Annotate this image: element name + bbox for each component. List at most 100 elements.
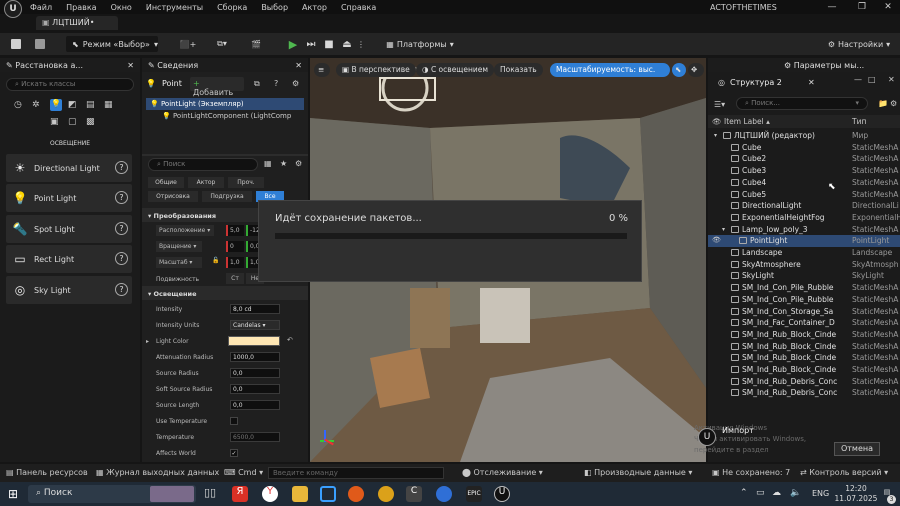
menu-select[interactable]: Выбор [261,3,288,12]
help-icon[interactable]: ? [115,252,128,265]
help-icon[interactable]: ? [274,79,278,88]
mobility-static-button[interactable]: Ст [226,273,244,284]
visibility-column-icon[interactable]: 👁 [712,117,722,126]
close-icon[interactable]: ✕ [874,0,900,14]
trace-dropdown[interactable]: ⬤ Отслеживание ▾ [462,468,543,477]
light-color-swatch[interactable] [228,336,280,346]
world-settings-tab[interactable]: ⚙ Параметры мы... [784,61,864,70]
source-radius-field[interactable]: 0,0 [230,368,280,378]
add-component-button[interactable]: + Добавить [190,77,244,97]
lighting-section-header[interactable]: ▾ Освещение [142,286,308,300]
filter-tab-rendering[interactable]: Отрисовка [148,191,198,202]
maximize-icon[interactable]: ❐ [848,0,876,14]
outliner-row[interactable]: SM_Ind_Rub_Debris_Conc StaticMeshA [708,387,900,399]
unreal-logo-icon[interactable]: U [4,0,22,18]
outliner-search-input[interactable]: ⌕ Поиск... ▾ [736,97,868,110]
place-item-sky-light[interactable]: ◎ Sky Light ? [6,276,132,304]
platforms-dropdown[interactable]: ▦ Платформы ▾ [384,36,456,52]
splitter[interactable] [142,154,308,156]
help-icon[interactable]: ? [115,283,128,296]
visibility-eye-icon[interactable]: 👁 [712,235,721,247]
close-tab-icon[interactable]: ✕ [127,61,134,70]
windows-start-icon[interactable]: ⊞ [8,487,18,501]
intensity-units-dropdown[interactable]: Candelas ▾ [230,320,280,330]
derived-data-dropdown[interactable]: ◧ Производные данные ▾ [584,468,692,477]
stop-icon[interactable]: ■ [322,36,336,52]
help-icon[interactable]: ? [115,191,128,204]
menu-window[interactable]: Окно [111,3,132,12]
filter-tab-streaming[interactable]: Подгрузка [202,191,252,202]
temperature-field[interactable]: 6500,0 [230,432,280,442]
outliner-row[interactable]: SM_Ind_Rub_Block_Cinde StaticMeshA [708,341,900,353]
blueprint-icon[interactable]: ⧉ [254,79,260,89]
outliner-row[interactable]: SM_Ind_Con_Pile_Rubble StaticMeshA [708,294,900,306]
rotation-x-field[interactable]: 0 [226,241,244,252]
translate-tool-icon[interactable]: ✥ [688,63,704,77]
details-search-input[interactable]: ⌕ Поиск [148,158,258,171]
outliner-row[interactable]: SM_Ind_Rub_Block_Cinde StaticMeshA [708,364,900,376]
add-folder-icon[interactable]: 📁 [878,99,888,108]
eject-icon[interactable]: ⏏ [340,36,354,52]
show-button[interactable]: Показать [494,63,543,77]
expand-arrow-icon[interactable]: ▾ [714,130,717,142]
search-classes-input[interactable]: ⌕ Искать классы [6,78,134,91]
menu-edit[interactable]: Правка [66,3,96,12]
lock-icon[interactable]: 🔓 [212,257,219,264]
filter-icon[interactable]: ☰▾ [714,100,725,109]
recent-icon[interactable]: ◷ [14,100,22,110]
filter-tab-actor[interactable]: Актор [188,177,224,188]
place-item-rect-light[interactable]: ▭ Rect Light ? [6,245,132,273]
reset-icon[interactable]: ↶ [287,336,293,344]
location-x-field[interactable]: 5,0 [226,225,244,236]
place-actors-tab[interactable]: ✎ Расстановка а... ✕ [0,58,140,72]
volumes-icon[interactable]: ▣ [50,117,59,127]
lit-button[interactable]: ◑ С освещением [416,63,495,77]
close-tab-icon[interactable]: ✕ [295,61,302,70]
outliner-row[interactable]: SM_Ind_Rub_Debris_Conc StaticMeshA [708,376,900,388]
location-dropdown[interactable]: Расположение ▾ [156,225,214,236]
output-log-button[interactable]: ▦ Журнал выходных данных [96,468,219,477]
outliner-title[interactable]: Структура 2 [730,78,782,87]
minimize-icon[interactable]: — [818,0,846,14]
clock-date[interactable]: 11.07.2025 [832,494,880,503]
minimize-icon[interactable]: — [854,75,862,84]
place-item-directional-light[interactable]: ☀ Directional Light ? [6,154,132,182]
affects-world-checkbox[interactable]: ✓ [230,449,238,457]
menu-help[interactable]: Справка [341,3,376,12]
chrome-active-icon[interactable] [436,486,452,502]
filter-tab-general[interactable]: Общие [148,177,184,188]
type-column-header[interactable]: Тип [852,117,866,126]
perspective-button[interactable]: ▣ В перспективе [336,63,416,77]
epic-games-icon[interactable]: EPIC [466,486,482,502]
menu-actor[interactable]: Актор [302,3,327,12]
scale-dropdown[interactable]: Масштаб ▾ [156,257,202,268]
item-label-column[interactable]: Item Label ▴ [724,117,770,126]
monitor-icon[interactable]: ▭ [756,488,765,498]
menu-tools[interactable]: Инструменты [146,3,203,12]
visual-effects-icon[interactable]: ▦ [104,100,113,110]
yandex-browser-icon[interactable]: Y [262,486,278,502]
level-tab[interactable]: ▣ ЛЦТШИЙ• [36,16,118,30]
filter-tab-misc[interactable]: Проч. [228,177,264,188]
outliner-row[interactable]: ExponentialHeightFog ExponentialH [708,212,900,224]
gear-icon[interactable]: ⚙ [292,79,299,88]
component-tree-root[interactable]: 💡 PointLight (Экземпляр) [146,98,304,110]
cancel-button[interactable]: Отмена [834,442,880,456]
yandex-icon[interactable]: Я [232,486,248,502]
gear-icon[interactable]: ⚙ [295,159,302,168]
cinematics-icon[interactable]: 🎬 [244,36,268,52]
unreal-taskbar-icon[interactable]: U [494,486,510,502]
all-classes-icon[interactable]: ▩ [86,117,95,127]
close-icon[interactable]: ✕ [888,75,895,84]
star-icon[interactable]: ★ [280,159,287,168]
chrome-icon[interactable] [378,486,394,502]
volume-icon[interactable]: 🔈 [790,488,801,498]
play-icon[interactable]: ▶ [286,36,300,52]
source-length-field[interactable]: 0,0 [230,400,280,410]
source-control-dropdown[interactable]: ⇄ Контроль версий ▾ [800,468,888,477]
rotation-dropdown[interactable]: Вращение ▾ [156,241,202,252]
select-tool-icon[interactable]: ⬉ [672,63,686,77]
outliner-row[interactable]: SM_Ind_Con_Pile_Rubble StaticMeshA [708,282,900,294]
outliner-row[interactable]: ▾ ЛЦТШИЙ (редактор) Мир [708,130,900,142]
outliner-row[interactable]: Landscape Landscape [708,247,900,259]
